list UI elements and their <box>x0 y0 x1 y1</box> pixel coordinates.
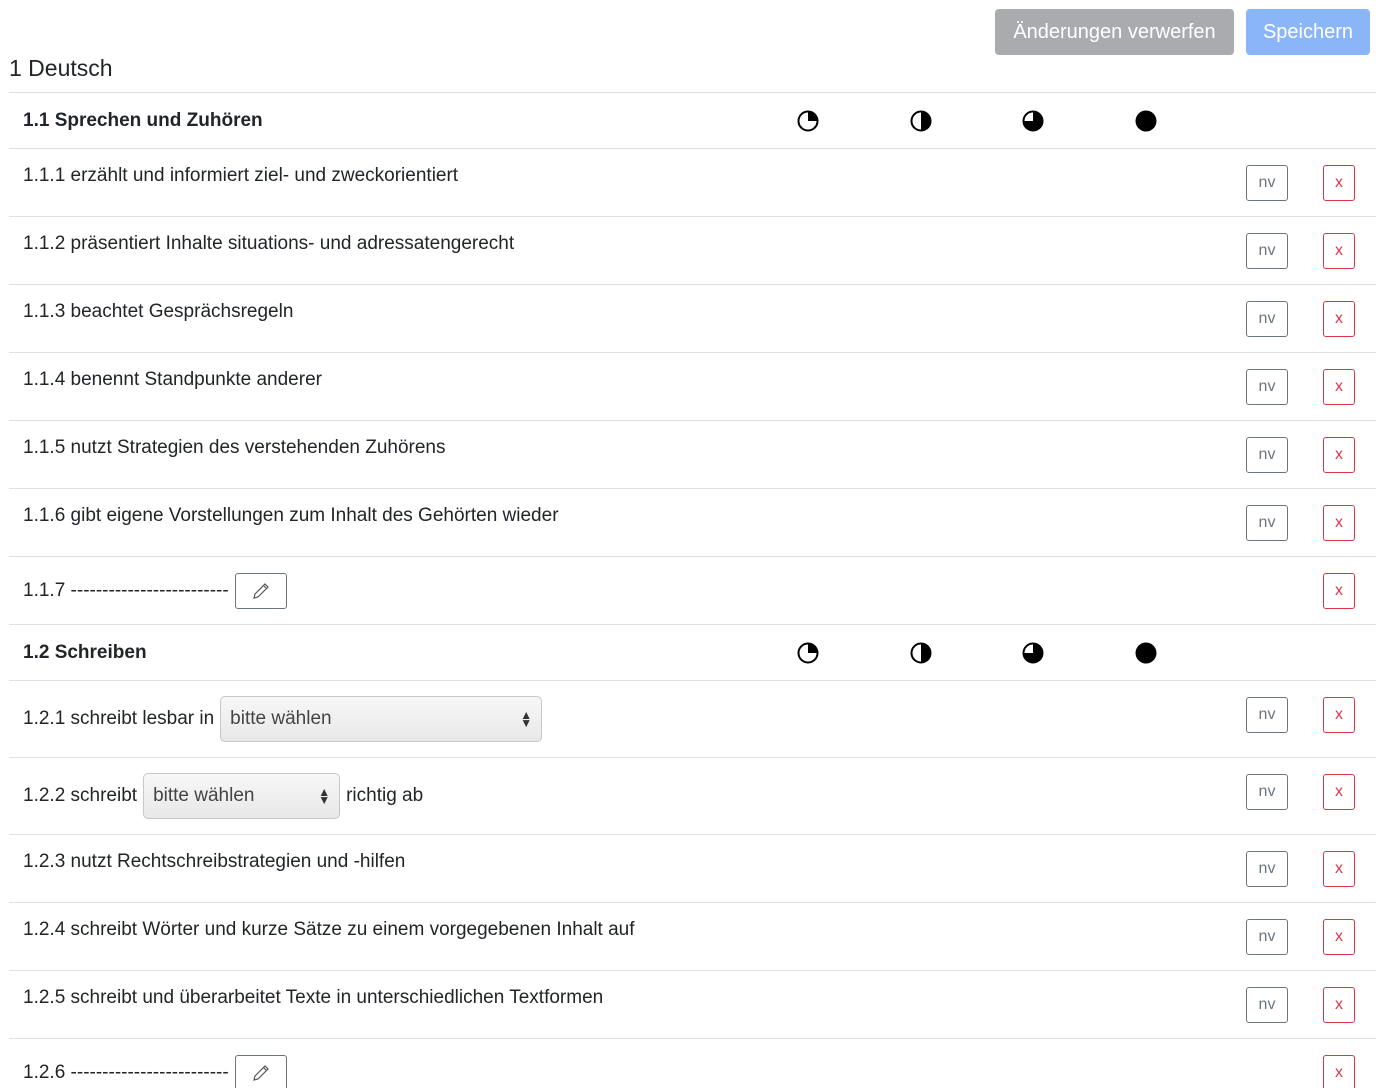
competency-row: 1.1.3 beachtet Gesprächsregeln nv x <box>9 284 1376 352</box>
section-header: 1.1 Sprechen und Zuhören <box>9 92 1376 148</box>
competency-text: 1.1.3 beachtet Gesprächsregeln <box>23 301 294 322</box>
competency-text-wrap: 1.2.2 schreibt bitte wählen ▲ ▼ richtig a… <box>23 758 423 834</box>
not-assessed-button[interactable]: nv <box>1246 774 1288 810</box>
competency-row: 1.2.2 schreibt bitte wählen ▲ ▼ richtig a… <box>9 757 1376 834</box>
competency-table: 1.1 Sprechen und Zuhören 1.1.1 erzählt u… <box>9 92 1376 1088</box>
competency-row: 1.1.1 erzählt und informiert ziel- und z… <box>9 148 1376 216</box>
not-assessed-button[interactable]: nv <box>1246 301 1288 337</box>
script-select[interactable]: bitte wählen ▲ ▼ <box>220 696 543 742</box>
competency-text: 1.1.5 nutzt Strategien des verstehenden … <box>23 437 446 458</box>
competency-text: 1.1.7 ------------------------- <box>23 579 229 601</box>
select-value: bitte wählen <box>230 708 332 729</box>
competency-row: 1.2.1 schreibt lesbar in bitte wählen ▲ ▼… <box>9 680 1376 757</box>
remove-button[interactable]: x <box>1323 233 1355 269</box>
quarter-circle-icon <box>797 110 819 132</box>
toolbar: Änderungen verwerfen Speichern <box>995 9 1370 55</box>
competency-row: 1.1.6 gibt eigene Vorstellungen zum Inha… <box>9 488 1376 556</box>
subject-title: 1 Deutsch <box>9 55 113 81</box>
competency-text: 1.1.2 präsentiert Inhalte situations- un… <box>23 233 515 254</box>
remove-button[interactable]: x <box>1323 987 1355 1023</box>
not-assessed-button[interactable]: nv <box>1246 851 1288 887</box>
competency-text: 1.2.6 ------------------------- <box>23 1061 229 1083</box>
not-assessed-button[interactable]: nv <box>1246 369 1288 405</box>
remove-button[interactable]: x <box>1323 1055 1355 1088</box>
competency-row: 1.1.5 nutzt Strategien des verstehenden … <box>9 420 1376 488</box>
full-circle-icon <box>1135 110 1157 132</box>
competency-suffix: richtig ab <box>346 785 424 806</box>
remove-button[interactable]: x <box>1323 165 1355 201</box>
half-circle-icon <box>910 642 932 664</box>
select-arrows-icon: ▲ ▼ <box>318 785 331 807</box>
competency-text: 1.2.3 nutzt Rechtschreibstrategien und -… <box>23 851 406 872</box>
remove-button[interactable]: x <box>1323 774 1355 810</box>
section-title: 1.2 Schreiben <box>23 642 147 663</box>
not-assessed-button[interactable]: nv <box>1246 437 1288 473</box>
competency-text: 1.1.1 erzählt und informiert ziel- und z… <box>23 165 459 186</box>
competency-row: 1.1.2 präsentiert Inhalte situations- un… <box>9 216 1376 284</box>
not-assessed-button[interactable]: nv <box>1246 505 1288 541</box>
edit-button[interactable] <box>234 572 287 609</box>
competency-text: 1.2.4 schreibt Wörter und kurze Sätze zu… <box>23 919 635 940</box>
custom-competency-row: 1.2.6 ------------------------- x <box>9 1038 1376 1088</box>
remove-button[interactable]: x <box>1323 369 1355 405</box>
section-header: 1.2 Schreiben <box>9 624 1376 680</box>
competency-row: 1.2.5 schreibt und überarbeitet Texte in… <box>9 970 1376 1038</box>
not-assessed-button[interactable]: nv <box>1246 233 1288 269</box>
not-assessed-button[interactable]: nv <box>1246 919 1288 955</box>
remove-button[interactable]: x <box>1323 851 1355 887</box>
edit-button[interactable] <box>234 1054 287 1088</box>
half-circle-icon <box>910 110 932 132</box>
select-arrows-icon: ▲ ▼ <box>520 708 533 730</box>
remove-button[interactable]: x <box>1323 573 1355 609</box>
three-quarter-circle-icon <box>1022 642 1044 664</box>
remove-button[interactable]: x <box>1323 437 1355 473</box>
pencil-icon <box>252 582 269 599</box>
competency-row: 1.1.4 benennt Standpunkte anderer nv x <box>9 352 1376 420</box>
competency-text: 1.2.2 schreibt <box>23 785 138 806</box>
competency-text-wrap: 1.2.1 schreibt lesbar in bitte wählen ▲ ▼ <box>23 681 548 757</box>
quarter-circle-icon <box>797 642 819 664</box>
section-title: 1.1 Sprechen und Zuhören <box>23 110 263 131</box>
three-quarter-circle-icon <box>1022 110 1044 132</box>
not-assessed-button[interactable]: nv <box>1246 987 1288 1023</box>
custom-competency-row: 1.1.7 ------------------------- x <box>9 556 1376 624</box>
remove-button[interactable]: x <box>1323 919 1355 955</box>
competency-text: 1.2.5 schreibt und überarbeitet Texte in… <box>23 987 604 1008</box>
select-value: bitte wählen <box>153 785 255 806</box>
text-type-select[interactable]: bitte wählen ▲ ▼ <box>143 773 341 819</box>
not-assessed-button[interactable]: nv <box>1246 165 1288 201</box>
competency-text: 1.1.4 benennt Standpunkte anderer <box>23 369 322 390</box>
save-button[interactable]: Speichern <box>1246 9 1370 55</box>
pencil-icon <box>252 1064 269 1081</box>
competency-row: 1.2.4 schreibt Wörter und kurze Sätze zu… <box>9 902 1376 970</box>
full-circle-icon <box>1135 642 1157 664</box>
competency-row: 1.2.3 nutzt Rechtschreibstrategien und -… <box>9 834 1376 902</box>
competency-text: 1.1.6 gibt eigene Vorstellungen zum Inha… <box>23 505 559 526</box>
discard-changes-button[interactable]: Änderungen verwerfen <box>995 9 1234 55</box>
competency-text-wrap: 1.1.7 ------------------------- <box>23 557 287 624</box>
competency-text: 1.2.1 schreibt lesbar in <box>23 708 215 729</box>
remove-button[interactable]: x <box>1323 505 1355 541</box>
not-assessed-button[interactable]: nv <box>1246 697 1288 733</box>
competency-text-wrap: 1.2.6 ------------------------- <box>23 1039 287 1088</box>
remove-button[interactable]: x <box>1323 301 1355 337</box>
remove-button[interactable]: x <box>1323 697 1355 733</box>
